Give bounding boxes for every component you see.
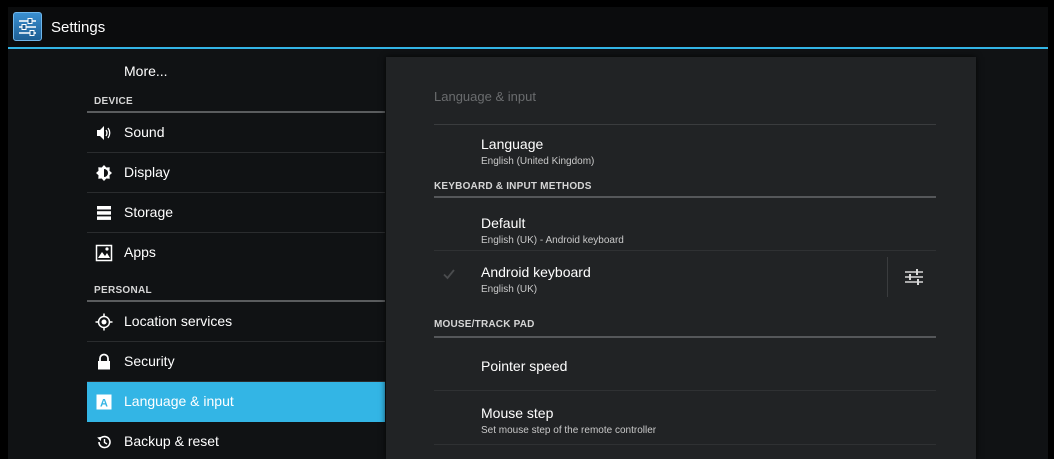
svg-text:A: A <box>100 398 108 410</box>
sidebar-item-more[interactable]: More... <box>87 58 385 88</box>
android-keyboard-preference[interactable]: Android keyboard English (UK) <box>434 251 936 305</box>
language-preference[interactable]: Language English (United Kingdom) <box>434 125 936 169</box>
sidebar-item-label: More... <box>124 63 168 79</box>
category-keyboard-input-methods: KEYBOARD & INPUT METHODS <box>434 181 592 192</box>
app-title: Settings <box>51 19 106 36</box>
sidebar: More... DEVICE Sound Display Storage App… <box>8 49 385 459</box>
checkbox[interactable] <box>442 267 456 281</box>
sidebar-item-label: Display <box>124 164 170 180</box>
preference-title: Android keyboard <box>481 264 591 280</box>
preference-title: Mouse step <box>481 405 554 421</box>
category-mouse-track-pad: MOUSE/TRACK PAD <box>434 319 535 330</box>
tune-icon <box>905 269 923 285</box>
sidebar-item-label: Security <box>124 353 175 369</box>
apps-icon <box>95 244 113 262</box>
detail-panel: Language & input Language English (Unite… <box>386 57 976 459</box>
sidebar-item-security[interactable]: Security <box>87 342 385 382</box>
sidebar-item-storage[interactable]: Storage <box>87 193 385 233</box>
language-icon: A <box>95 393 113 411</box>
page-title: Language & input <box>434 89 536 104</box>
preference-title: Language <box>481 136 544 152</box>
storage-icon <box>95 204 113 222</box>
sidebar-item-label: Sound <box>124 124 165 140</box>
lock-icon <box>95 353 113 371</box>
checkmark-icon <box>443 269 455 280</box>
preference-summary: English (UK) <box>481 284 538 295</box>
preference-title: Pointer speed <box>481 358 568 374</box>
settings-app-icon[interactable] <box>13 12 42 41</box>
pointer-speed-preference[interactable]: Pointer speed <box>434 338 936 391</box>
sidebar-item-location-services[interactable]: Location services <box>87 302 385 342</box>
keyboard-settings-button[interactable] <box>902 265 926 289</box>
sidebar-item-label: Apps <box>124 244 156 260</box>
sidebar-item-apps[interactable]: Apps <box>87 233 385 273</box>
location-icon <box>95 313 113 331</box>
sidebar-item-label: Storage <box>124 204 174 220</box>
brightness-icon <box>95 164 113 182</box>
settings-screen: Settings More... DEVICE Sound Display St… <box>8 7 1048 459</box>
sidebar-item-language-input[interactable]: A Language & input <box>87 382 385 422</box>
action-bar: Settings <box>8 7 1048 47</box>
sidebar-item-label: Backup & reset <box>124 433 219 449</box>
speaker-icon <box>95 124 113 142</box>
default-keyboard-preference[interactable]: Default English (UK) - Android keyboard <box>434 198 936 251</box>
section-header-device: DEVICE <box>94 96 134 107</box>
preference-summary: English (UK) - Android keyboard <box>481 235 624 246</box>
sidebar-item-label: Location services <box>124 313 233 329</box>
sidebar-item-display[interactable]: Display <box>87 153 385 193</box>
sidebar-item-sound[interactable]: Sound <box>87 113 385 153</box>
backup-icon <box>95 433 113 451</box>
preference-summary: Set mouse step of the remote controller <box>481 425 657 436</box>
section-header-personal: PERSONAL <box>94 285 152 296</box>
vertical-divider <box>887 257 888 297</box>
preference-summary: English (United Kingdom) <box>481 156 595 167</box>
sidebar-item-backup-reset[interactable]: Backup & reset <box>87 422 385 459</box>
sidebar-item-label: Language & input <box>124 393 234 409</box>
preference-title: Default <box>481 215 526 231</box>
sliders-icon <box>19 18 36 36</box>
mouse-step-preference[interactable]: Mouse step Set mouse step of the remote … <box>434 391 936 445</box>
